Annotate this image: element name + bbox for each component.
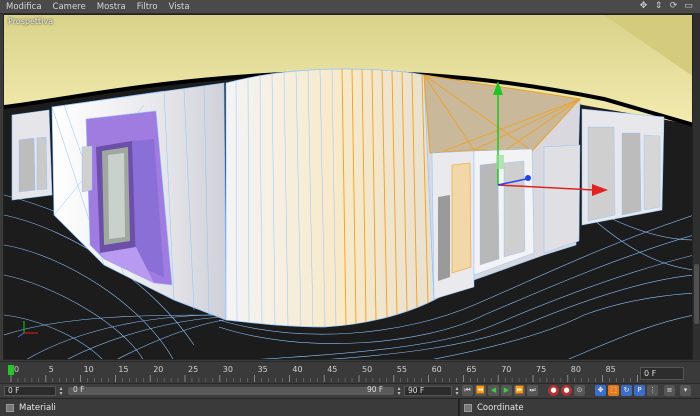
menu-filtro[interactable]: Filtro — [137, 2, 158, 12]
timeline-options-icon[interactable]: ▾ — [680, 385, 691, 396]
timeline-tick-label: 0 — [14, 365, 19, 374]
keyframe-selection-icon[interactable]: ⊙ — [574, 385, 585, 396]
timeline-tick-label: 25 — [188, 365, 198, 374]
materials-panel-label: Materiali — [19, 403, 56, 413]
panel-grip-icon[interactable] — [464, 404, 472, 412]
viewport-nav-icons: ✥ ⇕ ⟳ ▭ — [638, 1, 694, 12]
rotate-view-icon[interactable]: ⟳ — [668, 1, 679, 12]
range-start-value: 0 F — [73, 385, 85, 394]
timeline-tick-label: 75 — [536, 365, 546, 374]
timeline-tick-label: 60 — [432, 365, 442, 374]
range-end-label: 90 F — [364, 386, 394, 396]
menu-modifica[interactable]: Modifica — [6, 2, 42, 12]
timeline-tick-label: 70 — [501, 365, 511, 374]
viewport-title: Prospettiva — [8, 17, 53, 26]
coordinates-panel-label: Coordinate — [477, 403, 524, 413]
parameter-key-icon[interactable]: P — [634, 385, 645, 396]
maximize-view-icon[interactable]: ▭ — [683, 1, 694, 12]
start-frame-stepper[interactable]: ▴ ▾ — [57, 386, 65, 397]
end-frame-stepper[interactable]: ▴ ▾ — [453, 386, 461, 397]
timeline-tick-label: 45 — [327, 365, 337, 374]
bottom-panels: Materiali Coordinate — [0, 398, 700, 416]
autokey-icon[interactable]: ● — [561, 385, 572, 396]
timeline-layout-icon[interactable]: ≡ — [664, 385, 675, 396]
record-active-icon[interactable]: ● — [548, 385, 559, 396]
timeline-tick-label: 20 — [153, 365, 163, 374]
current-frame-value: 0 F — [644, 369, 657, 378]
range-end-value: 90 F — [367, 385, 384, 394]
coordinates-panel-tab[interactable]: Coordinate — [464, 401, 524, 415]
timeline-tick-label: 30 — [223, 365, 233, 374]
timeline-tick-label: 50 — [362, 365, 372, 374]
timeline-tick-label: 85 — [606, 365, 616, 374]
end-frame-field[interactable]: 90 F — [404, 386, 452, 396]
perspective-viewport[interactable]: Prospettiva — [3, 14, 693, 360]
play-forward-icon[interactable]: ▶ — [501, 385, 512, 396]
start-frame-field[interactable]: 0 F — [4, 386, 56, 396]
scene-render — [4, 15, 692, 359]
move-view-icon[interactable]: ✥ — [638, 1, 649, 12]
scale-key-icon[interactable]: ⬚ — [608, 385, 619, 396]
previous-key-icon[interactable]: ⏪ — [475, 385, 486, 396]
rotation-key-icon[interactable]: ↻ — [621, 385, 632, 396]
range-start-label: 0 F — [70, 386, 106, 396]
timeline-tick-label: 80 — [571, 365, 581, 374]
panel-divider[interactable] — [458, 399, 460, 416]
panel-grip-icon[interactable] — [6, 404, 14, 412]
range-end-stepper[interactable]: ▴ ▾ — [395, 386, 403, 397]
timeline-tick-label: 15 — [118, 365, 128, 374]
viewport-scrollbar[interactable] — [693, 14, 700, 360]
end-frame-value: 90 F — [408, 386, 425, 395]
timeline-tick-label: 10 — [84, 365, 94, 374]
menu-camere[interactable]: Camere — [53, 2, 86, 12]
timeline-tick-label: 5 — [49, 365, 54, 374]
next-key-icon[interactable]: ⏩ — [514, 385, 525, 396]
timeline-tick-label: 35 — [258, 365, 268, 374]
pla-key-icon[interactable]: ⋮ — [647, 385, 658, 396]
timeline-tick-label: 65 — [466, 365, 476, 374]
play-backward-icon[interactable]: ◀ — [488, 385, 499, 396]
timeline-ticks: 051015202530354045505560657075808590 — [0, 362, 640, 384]
preview-range-bar[interactable] — [68, 387, 394, 395]
menu-bar: Modifica Camere Mostra Filtro Vista ✥ ⇕ … — [0, 0, 700, 14]
current-frame-field[interactable]: 0 F — [640, 367, 684, 380]
transport-bar: 0 F ▴ ▾ 0 F 90 F ▴ ▾ 90 F ▴ ▾ ⏮ ⏪ ◀ ▶ ⏩ ⏭ ●… — [0, 383, 700, 397]
zoom-view-icon[interactable]: ⇕ — [653, 1, 664, 12]
timeline-tick-label: 55 — [397, 365, 407, 374]
timeline-ruler[interactable]: 051015202530354045505560657075808590 0 F — [0, 361, 700, 384]
go-to-start-icon[interactable]: ⏮ — [462, 385, 473, 396]
materials-panel-tab[interactable]: Materiali — [6, 401, 56, 415]
position-key-icon[interactable]: ✥ — [595, 385, 606, 396]
timeline-tick-label: 40 — [292, 365, 302, 374]
menu-vista[interactable]: Vista — [169, 2, 190, 12]
menu-mostra[interactable]: Mostra — [97, 2, 126, 12]
start-frame-value: 0 F — [8, 386, 20, 395]
scrollbar-thumb[interactable] — [694, 264, 699, 324]
go-to-end-icon[interactable]: ⏭ — [527, 385, 538, 396]
